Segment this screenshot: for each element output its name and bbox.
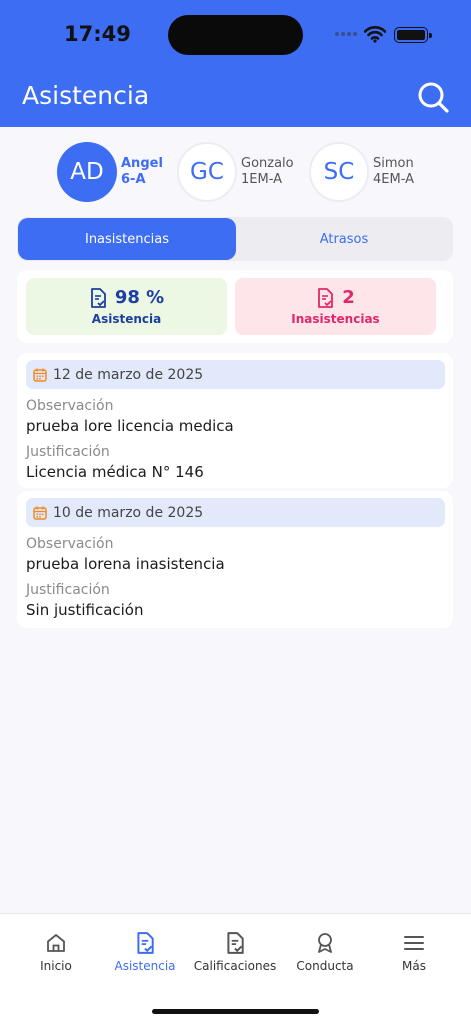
student-chip[interactable]: GC Gonzalo 1EM-A [177, 142, 294, 202]
record-date-text: 12 de marzo de 2025 [53, 366, 204, 383]
observation-value: prueba lorena inasistencia [26, 555, 225, 573]
record-date-text: 10 de marzo de 2025 [53, 504, 204, 521]
absences-stat: 2 Inasistencias [235, 278, 436, 335]
tab-label: Asistencia [114, 959, 176, 973]
justification-label: Justificación [26, 444, 110, 460]
attendance-stat: 98 % Asistencia [26, 278, 227, 335]
record-date: 10 de marzo de 2025 [26, 498, 445, 527]
segment-control: Inasistencias Atrasos [17, 217, 453, 261]
student-name: Angel [121, 156, 163, 171]
document-check-icon [137, 932, 154, 954]
student-name: Gonzalo [241, 156, 294, 171]
student-name: Simon [373, 156, 414, 171]
absence-record-card[interactable]: 12 de marzo de 2025 Observación prueba l… [17, 353, 453, 488]
attendance-label: Asistencia [91, 312, 162, 326]
calendar-icon [33, 506, 47, 520]
tab-atrasos[interactable]: Atrasos [236, 218, 452, 260]
attendance-summary: 98 % Asistencia 2 Inasistencias [17, 270, 453, 343]
absence-record-card[interactable]: 10 de marzo de 2025 Observación prueba l… [17, 491, 453, 628]
tab-label: Conducta [296, 959, 354, 973]
avatar: GC [177, 142, 237, 202]
tab-inasistencias[interactable]: Inasistencias [18, 218, 236, 260]
dynamic-island [168, 15, 303, 55]
justification-label: Justificación [26, 582, 110, 598]
menu-icon [404, 936, 424, 950]
observation-label: Observación [26, 398, 114, 414]
document-check-icon [227, 932, 244, 954]
student-selector: AD Angel 6-A GC Gonzalo 1EM-A SC Simon 4… [0, 142, 471, 202]
justification-value: Licencia médica N° 146 [26, 463, 204, 481]
award-icon [318, 933, 332, 953]
page-title: Asistencia [22, 81, 150, 110]
tab-mas[interactable]: Más [369, 932, 459, 973]
home-icon [47, 934, 65, 952]
status-time: 17:49 [64, 22, 131, 46]
document-check-icon [318, 287, 334, 308]
app-header: 17:49 Asistencia [0, 0, 471, 127]
document-check-icon [90, 287, 106, 308]
student-chip[interactable]: AD Angel 6-A [57, 142, 163, 202]
observation-value: prueba lore licencia medica [26, 417, 234, 435]
wifi-icon [364, 26, 386, 43]
justification-value: Sin justificación [26, 601, 144, 619]
home-indicator[interactable] [152, 1009, 319, 1014]
battery-icon [394, 27, 432, 43]
tab-asistencia[interactable]: Asistencia [100, 932, 190, 973]
avatar: AD [57, 142, 117, 202]
bottom-tab-bar: Inicio Asistencia Calificaciones Conduct… [0, 913, 471, 1024]
absences-label: Inasistencias [291, 312, 380, 326]
tab-label: Más [402, 959, 426, 973]
search-icon[interactable] [416, 80, 450, 114]
student-course: 1EM-A [241, 172, 282, 187]
record-date: 12 de marzo de 2025 [26, 360, 445, 389]
attendance-value: 98 % [114, 287, 165, 308]
calendar-icon [33, 368, 47, 382]
avatar: SC [309, 142, 369, 202]
tab-label: Calificaciones [193, 959, 277, 973]
student-course: 6-A [121, 172, 146, 187]
student-chip[interactable]: SC Simon 4EM-A [309, 142, 414, 202]
tab-inicio[interactable]: Inicio [11, 932, 101, 973]
tab-conducta[interactable]: Conducta [280, 932, 370, 973]
observation-label: Observación [26, 536, 114, 552]
tab-calificaciones[interactable]: Calificaciones [190, 932, 280, 973]
absences-value: 2 [342, 287, 355, 308]
student-course: 4EM-A [373, 172, 414, 187]
tab-label: Inicio [40, 959, 72, 973]
signal-icon [335, 32, 357, 36]
